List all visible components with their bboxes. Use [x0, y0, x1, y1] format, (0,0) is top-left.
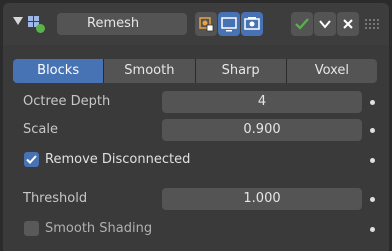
scale-label: Scale: [23, 122, 58, 137]
edit-cage-icon: [199, 17, 214, 32]
remove-disconnected-row: Remove Disconnected: [3, 147, 389, 173]
keyframe-dot-icon[interactable]: [370, 197, 375, 202]
edit-cage-toggle[interactable]: [195, 12, 217, 36]
tab-blocks[interactable]: Blocks: [13, 59, 104, 83]
checkmark-icon: [26, 155, 37, 164]
close-icon: [343, 19, 353, 29]
keyframe-dot-icon[interactable]: [370, 100, 375, 105]
apply-check-icon: [295, 18, 309, 30]
remove-modifier-button[interactable]: [337, 12, 359, 36]
smooth-shading-checkbox[interactable]: [24, 221, 39, 236]
threshold-label: Threshold: [23, 191, 88, 206]
modifier-header: Remesh: [3, 3, 389, 45]
viewport-display-toggle[interactable]: [218, 12, 240, 36]
render-icon: [244, 17, 260, 30]
tab-smooth[interactable]: Smooth: [104, 59, 195, 83]
remove-disconnected-label[interactable]: Remove Disconnected: [45, 147, 190, 173]
remove-disconnected-checkbox[interactable]: [24, 152, 39, 167]
render-toggle[interactable]: [241, 12, 263, 36]
modifier-name-field[interactable]: Remesh: [57, 13, 187, 35]
octree-depth-field[interactable]: 4: [162, 91, 362, 113]
remesh-modifier-panel: Remesh Blocks Smooth Sharp Voxel Octree …: [3, 3, 389, 251]
mode-tabs: Blocks Smooth Sharp Voxel: [13, 59, 377, 83]
tab-voxel[interactable]: Voxel: [286, 59, 377, 83]
keyframe-dot-icon[interactable]: [370, 128, 375, 133]
tab-sharp[interactable]: Sharp: [195, 59, 286, 83]
viewport-icon: [221, 17, 237, 32]
keyframe-dot-icon[interactable]: [370, 158, 375, 163]
apply-button[interactable]: [291, 12, 313, 36]
threshold-row: Threshold 1.000: [3, 186, 389, 212]
threshold-field[interactable]: 1.000: [162, 188, 362, 210]
drag-grip-icon[interactable]: [365, 18, 379, 30]
expand-arrow-icon[interactable]: [13, 17, 23, 25]
scale-row: Scale 0.900: [3, 117, 389, 143]
scale-field[interactable]: 0.900: [162, 119, 362, 141]
octree-depth-row: Octree Depth 4: [3, 89, 389, 115]
smooth-shading-row: Smooth Shading: [3, 216, 389, 242]
modifier-menu-button[interactable]: [314, 12, 336, 36]
keyframe-dot-icon[interactable]: [370, 227, 375, 232]
octree-depth-label: Octree Depth: [23, 94, 111, 109]
remesh-modifier-icon: [28, 16, 45, 33]
dropdown-chevron-icon: [319, 20, 331, 29]
smooth-shading-label[interactable]: Smooth Shading: [45, 216, 152, 242]
